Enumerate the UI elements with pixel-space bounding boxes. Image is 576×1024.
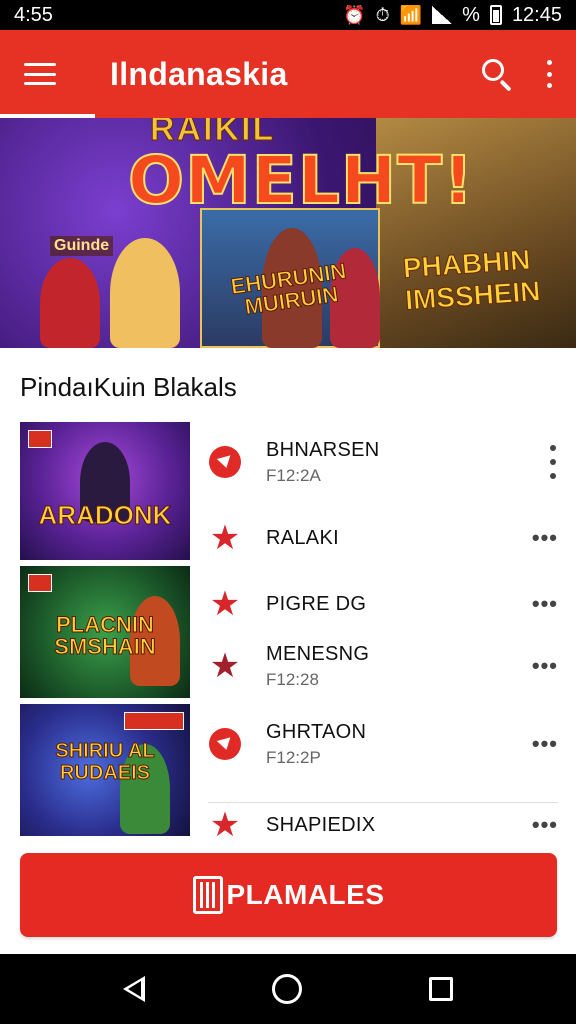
character-figure xyxy=(40,258,100,348)
character-figure xyxy=(110,238,180,348)
star-icon: ★ xyxy=(209,585,241,623)
more-vert-icon[interactable] xyxy=(544,60,554,88)
more-horiz-icon[interactable]: ••• xyxy=(532,527,558,549)
list-item[interactable]: ★ RALAKI ••• xyxy=(208,508,558,568)
list-item[interactable]: BHNARSEN F12:2A xyxy=(208,432,558,492)
list-item-sub: F12:28 xyxy=(266,669,319,689)
game-thumbnail[interactable]: ARADONK xyxy=(20,422,190,560)
back-icon[interactable] xyxy=(123,976,146,1002)
battery-icon xyxy=(489,5,502,25)
wifi-icon: 📶 xyxy=(399,5,423,25)
more-vert-icon[interactable] xyxy=(548,445,558,479)
list-item-name: GHRTAON xyxy=(266,720,367,743)
status-bar: 4:55 ⏰ ⏱ 📶 % 12:45 xyxy=(0,0,576,30)
banner-right-text: PHABHIN IMSSHEIN xyxy=(401,243,542,316)
more-horiz-icon[interactable]: ••• xyxy=(532,593,558,615)
banner-title: OMELHT! xyxy=(127,141,475,220)
fade-strip xyxy=(0,836,576,850)
app-bar-actions xyxy=(480,57,554,92)
thumbnail-title: SHIRIU AL RUDAEIS xyxy=(55,740,155,785)
primary-action-label: PLAMALES xyxy=(226,879,385,910)
more-horiz-icon[interactable]: ••• xyxy=(532,733,558,755)
thumbnail-title: ARADONK xyxy=(38,500,172,531)
filmstrip-icon xyxy=(192,876,223,914)
list-item[interactable]: GHRTAON F12:2P ••• xyxy=(208,714,558,774)
thumbnail-title: PLACNIN SMSHAIN xyxy=(54,612,156,659)
status-time-right: 12:45 xyxy=(511,3,562,26)
list-item[interactable]: ★ PIGRE DG ••• xyxy=(208,574,558,634)
alarm-icon: ⏱ xyxy=(375,5,390,25)
game-thumbnail[interactable]: PLACNIN SMSHAIN xyxy=(20,566,190,698)
heart-circle-icon xyxy=(209,446,241,478)
app-bar: Ilndanaskia xyxy=(0,30,576,118)
status-time-left: 4:55 xyxy=(14,3,53,26)
system-nav-bar xyxy=(0,954,576,1024)
list-item-name: RALAKI xyxy=(266,526,339,549)
list-item-sub: F12:2A xyxy=(266,465,321,485)
primary-action-button[interactable]: PLAMALES xyxy=(20,853,557,937)
star-icon: ★ xyxy=(209,647,241,685)
game-thumbnail[interactable]: SHIRIU AL RUDAEIS xyxy=(20,704,190,836)
badge-icon xyxy=(28,574,52,592)
list-item-name: SHAPIEDIX xyxy=(266,813,376,836)
signal-icon xyxy=(432,6,453,24)
home-icon[interactable] xyxy=(271,974,302,1004)
status-icons: ⏰ ⏱ 📶 % 12:45 xyxy=(343,4,562,27)
star-icon: ★ xyxy=(209,519,241,557)
alarm-icon: ⏰ xyxy=(343,5,366,25)
badge-icon xyxy=(28,430,52,448)
section-title: PindaıKuin Blakals xyxy=(20,372,237,402)
list-item-name: BHNARSEN xyxy=(266,438,380,461)
heart-circle-icon xyxy=(209,728,241,760)
more-horiz-icon[interactable]: ••• xyxy=(532,814,558,836)
featured-banner[interactable]: RAIKIL OMELHT! Guinde EHURUNIN MUIRUIN P… xyxy=(0,118,576,348)
search-icon[interactable] xyxy=(480,57,514,92)
list-item-name: PIGRE DG xyxy=(266,592,367,615)
menu-icon[interactable] xyxy=(22,60,58,88)
battery-percent: % xyxy=(462,3,480,26)
list-item[interactable]: ★ MENESNG F12:28 ••• xyxy=(208,636,558,696)
app-title: Ilndanaskia xyxy=(110,55,288,92)
list-item-name: MENESNG xyxy=(266,642,370,665)
list-item-sub: F12:2P xyxy=(266,747,321,767)
more-horiz-icon[interactable]: ••• xyxy=(532,655,558,677)
recents-icon[interactable] xyxy=(428,977,453,1001)
badge-icon xyxy=(124,712,184,730)
banner-left-tag: Guinde xyxy=(50,236,114,256)
